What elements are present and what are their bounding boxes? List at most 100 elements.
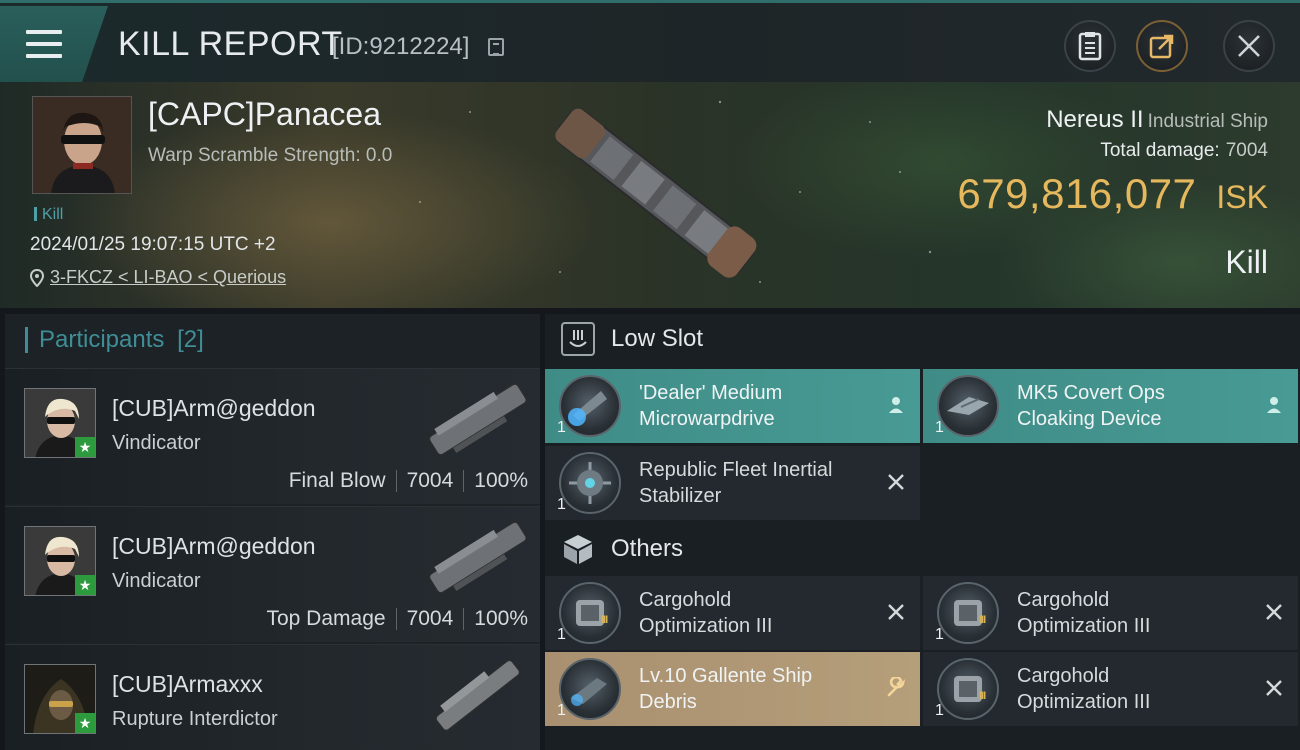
x-icon: [884, 600, 908, 624]
module-name-line: Optimization III: [1017, 691, 1151, 713]
warp-scramble-strength: Warp Scramble Strength: 0.0: [148, 145, 393, 166]
location-pin-icon: [30, 268, 44, 287]
ship-debris-icon: [559, 658, 621, 720]
ship-name[interactable]: Nereus II: [1046, 106, 1143, 133]
module-quantity: 1: [935, 419, 944, 436]
module-name: Republic Fleet Inertial Stabilizer: [639, 457, 869, 509]
divider: [463, 470, 465, 492]
cube-icon: [564, 535, 592, 564]
module-quantity: 1: [935, 626, 944, 643]
module-item[interactable]: III 1 Cargohold Optimization III: [923, 652, 1298, 726]
close-icon: [1238, 35, 1260, 57]
kill-datetime: 2024/01/25 19:07:15 UTC +2: [30, 234, 276, 255]
x-icon: [1262, 676, 1286, 700]
participant-role: Top Damage: [266, 607, 386, 630]
module-quantity: 1: [557, 702, 566, 719]
module-name-line: 'Dealer' Medium: [639, 382, 783, 404]
page-title: KILL REPORT: [118, 25, 343, 63]
module-item[interactable]: III 1 Cargohold Optimization III: [923, 576, 1298, 650]
module-name-line: Republic Fleet Inertial: [639, 459, 833, 481]
module-name-line: Cloaking Device: [1017, 408, 1162, 430]
participant-row[interactable]: ★ [CUB]Armaxxx Rupture Interdictor: [5, 644, 540, 750]
kill-location[interactable]: 3-FKCZ < LI-BAO < Querious: [30, 267, 286, 288]
module-name-line: Stabilizer: [639, 485, 722, 507]
star-badge-icon: ★: [75, 713, 95, 733]
isk-unit: ISK: [1216, 179, 1268, 215]
participant-name[interactable]: [CUB]Armaxxx: [112, 671, 263, 698]
participant-stats: Top Damage 7004 100%: [266, 607, 528, 631]
close-button[interactable]: [1223, 20, 1275, 72]
x-icon: [1262, 600, 1286, 624]
participant-ship: Vindicator: [112, 570, 201, 592]
participant-row[interactable]: ★ [CUB]Arm@geddon Vindicator Final Blow …: [5, 368, 540, 504]
kill-result: Kill: [1225, 244, 1268, 280]
tier-badge-icon: III: [979, 690, 986, 702]
low-slot-title: Low Slot: [611, 325, 704, 352]
module-name-line: Cargohold: [639, 589, 732, 611]
low-slot-heading: Low Slot: [561, 322, 703, 356]
module-name-line: Lv.10 Gallente Ship: [639, 665, 813, 687]
module-item[interactable]: 1 Lv.10 Gallente Ship Debris: [545, 652, 920, 726]
low-slot-icon: [561, 322, 595, 356]
participants-heading: Participants [2]: [25, 326, 204, 354]
module-item[interactable]: 1 Republic Fleet Inertial Stabilizer: [545, 446, 920, 520]
module-name-line: Cargohold: [1017, 665, 1110, 687]
kill-tag: Kill: [34, 206, 63, 224]
others-title: Others: [611, 535, 684, 562]
module-name: Cargohold Optimization III: [639, 587, 869, 639]
total-damage-label: Total damage:: [1100, 140, 1220, 161]
module-quantity: 1: [557, 496, 566, 513]
module-name: Cargohold Optimization III: [1017, 587, 1247, 639]
module-name: Lv.10 Gallente Ship Debris: [639, 663, 869, 715]
x-icon: [884, 470, 908, 494]
participant-row[interactable]: ★ [CUB]Arm@geddon Vindicator Top Damage …: [5, 506, 540, 642]
victim-avatar[interactable]: [32, 96, 132, 194]
cargohold-optimization-icon: [559, 582, 621, 644]
tier-badge-icon: III: [979, 614, 986, 626]
module-quantity: 1: [935, 702, 944, 719]
module-name: Cargohold Optimization III: [1017, 663, 1247, 715]
ship-class: Industrial Ship: [1147, 111, 1268, 132]
participant-damage: 7004: [406, 469, 454, 492]
cloaking-device-icon: [937, 375, 999, 437]
others-heading: Others: [561, 532, 683, 566]
isk-value: 679,816,077: [957, 170, 1197, 217]
participant-ship: Vindicator: [112, 432, 201, 454]
location-link[interactable]: 3-FKCZ < LI-BAO < Querious: [50, 267, 286, 288]
star-badge-icon: ★: [75, 437, 95, 457]
tier-badge-icon: III: [601, 614, 608, 626]
share-button[interactable]: [1136, 20, 1188, 72]
participant-ship-image: [435, 659, 521, 732]
module-item[interactable]: III 1 Cargohold Optimization III: [545, 576, 920, 650]
module-name-line: Cargohold: [1017, 589, 1110, 611]
module-item[interactable]: 1 MK5 Covert Ops Cloaking Device: [923, 369, 1298, 443]
participant-damage: 7004: [406, 607, 454, 630]
module-quantity: 1: [557, 626, 566, 643]
victim-ship: Nereus II Industrial Ship: [1046, 106, 1268, 134]
fitting-panel: Low Slot 1 'Dealer' Medium Microwarpdriv…: [545, 314, 1300, 750]
divider: [395, 470, 397, 492]
module-name-line: MK5 Covert Ops: [1017, 382, 1165, 404]
participant-role: Final Blow: [288, 469, 386, 492]
total-damage: Total damage: 7004: [1100, 140, 1268, 162]
participants-count: [2]: [177, 326, 204, 353]
copy-icon[interactable]: [488, 38, 504, 56]
victim-name[interactable]: [CAPC]Panacea: [148, 96, 381, 133]
menu-button[interactable]: [0, 6, 108, 82]
report-id: [ID:9212224]: [332, 33, 470, 60]
victim-summary: [CAPC]Panacea Warp Scramble Strength: 0.…: [0, 82, 1300, 308]
participant-name[interactable]: [CUB]Arm@geddon: [112, 533, 316, 560]
module-name: 'Dealer' Medium Microwarpdrive: [639, 380, 869, 432]
star-badge-icon: ★: [75, 575, 95, 595]
hamburger-icon: [26, 30, 62, 58]
victim-ship-image: [555, 108, 757, 278]
module-quantity: 1: [557, 419, 566, 436]
total-damage-value: 7004: [1225, 140, 1268, 161]
module-item[interactable]: 1 'Dealer' Medium Microwarpdrive: [545, 369, 920, 443]
isk-loss: 679,816,077 ISK: [957, 170, 1268, 218]
participant-ship-image: [428, 383, 528, 456]
participant-name[interactable]: [CUB]Arm@geddon: [112, 395, 316, 422]
participant-percent: 100%: [474, 469, 528, 492]
report-button[interactable]: [1064, 20, 1116, 72]
top-bar: KILL REPORT [ID:9212224]: [0, 0, 1300, 82]
